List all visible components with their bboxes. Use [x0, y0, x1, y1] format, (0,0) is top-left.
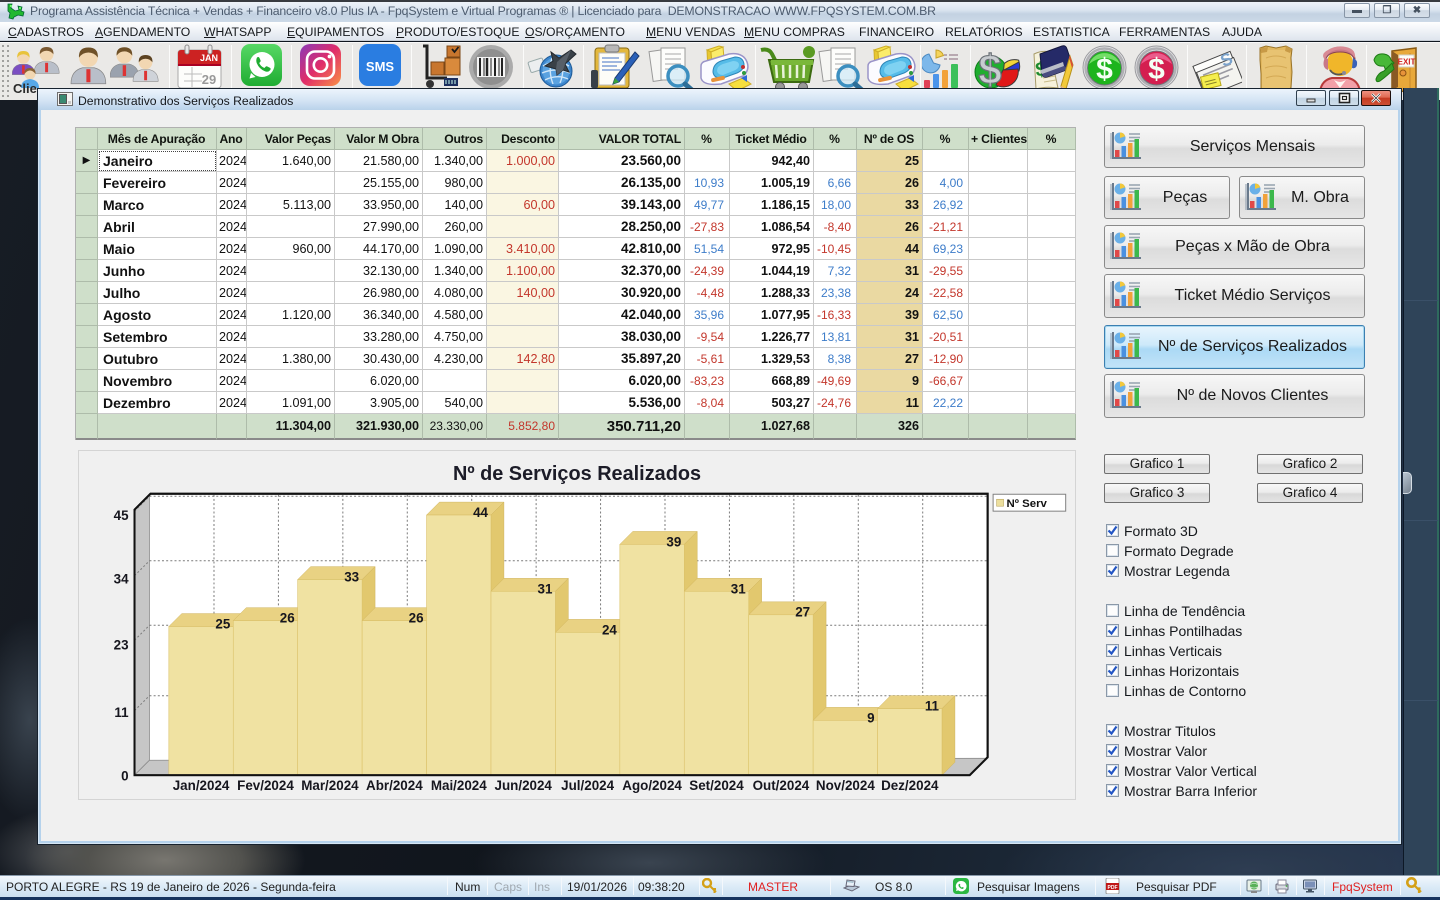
- svg-text:Dez/2024: Dez/2024: [881, 778, 939, 793]
- svg-text:11: 11: [114, 705, 129, 720]
- svg-text:31: 31: [731, 581, 746, 596]
- svg-text:29: 29: [202, 72, 216, 87]
- svg-text:Ago/2024: Ago/2024: [622, 778, 682, 793]
- svg-text:31: 31: [538, 581, 553, 596]
- svg-text:Fev/2024: Fev/2024: [237, 778, 294, 793]
- svg-text:Mai/2024: Mai/2024: [431, 778, 487, 793]
- svg-text:Jul/2024: Jul/2024: [561, 778, 614, 793]
- svg-text:$: $: [1096, 53, 1113, 86]
- svg-text:25: 25: [215, 616, 230, 631]
- svg-text:Jun/2024: Jun/2024: [495, 778, 553, 793]
- svg-text:34: 34: [114, 572, 129, 587]
- svg-text:JAN: JAN: [200, 53, 218, 63]
- svg-text:Set/2024: Set/2024: [689, 778, 744, 793]
- svg-text:Nº de Serviços Realizados: Nº de Serviços Realizados: [453, 463, 701, 485]
- svg-text:SMS: SMS: [366, 59, 395, 74]
- svg-text:33: 33: [344, 570, 359, 585]
- svg-text:Nov/2024: Nov/2024: [816, 778, 875, 793]
- svg-text:$: $: [978, 46, 1001, 92]
- svg-text:24: 24: [602, 622, 617, 637]
- svg-text:27: 27: [795, 605, 810, 620]
- svg-text:26: 26: [280, 611, 295, 626]
- svg-text:45: 45: [114, 508, 129, 523]
- svg-text:PDF: PDF: [1108, 885, 1118, 891]
- svg-text:$: $: [1148, 53, 1165, 86]
- svg-text:Mar/2024: Mar/2024: [301, 778, 359, 793]
- svg-text:EXIT: EXIT: [1398, 58, 1416, 67]
- svg-text:Out/2024: Out/2024: [753, 778, 810, 793]
- svg-text:Abr/2024: Abr/2024: [366, 778, 423, 793]
- svg-text:39: 39: [666, 534, 681, 549]
- svg-text:44: 44: [473, 505, 488, 520]
- svg-text:11: 11: [925, 699, 940, 714]
- svg-text:Nº Serv: Nº Serv: [1007, 498, 1048, 510]
- svg-text:9: 9: [867, 710, 874, 725]
- svg-text:Jan/2024: Jan/2024: [173, 778, 230, 793]
- svg-text:23: 23: [114, 637, 129, 652]
- svg-text:0: 0: [121, 769, 128, 784]
- svg-text:26: 26: [409, 611, 424, 626]
